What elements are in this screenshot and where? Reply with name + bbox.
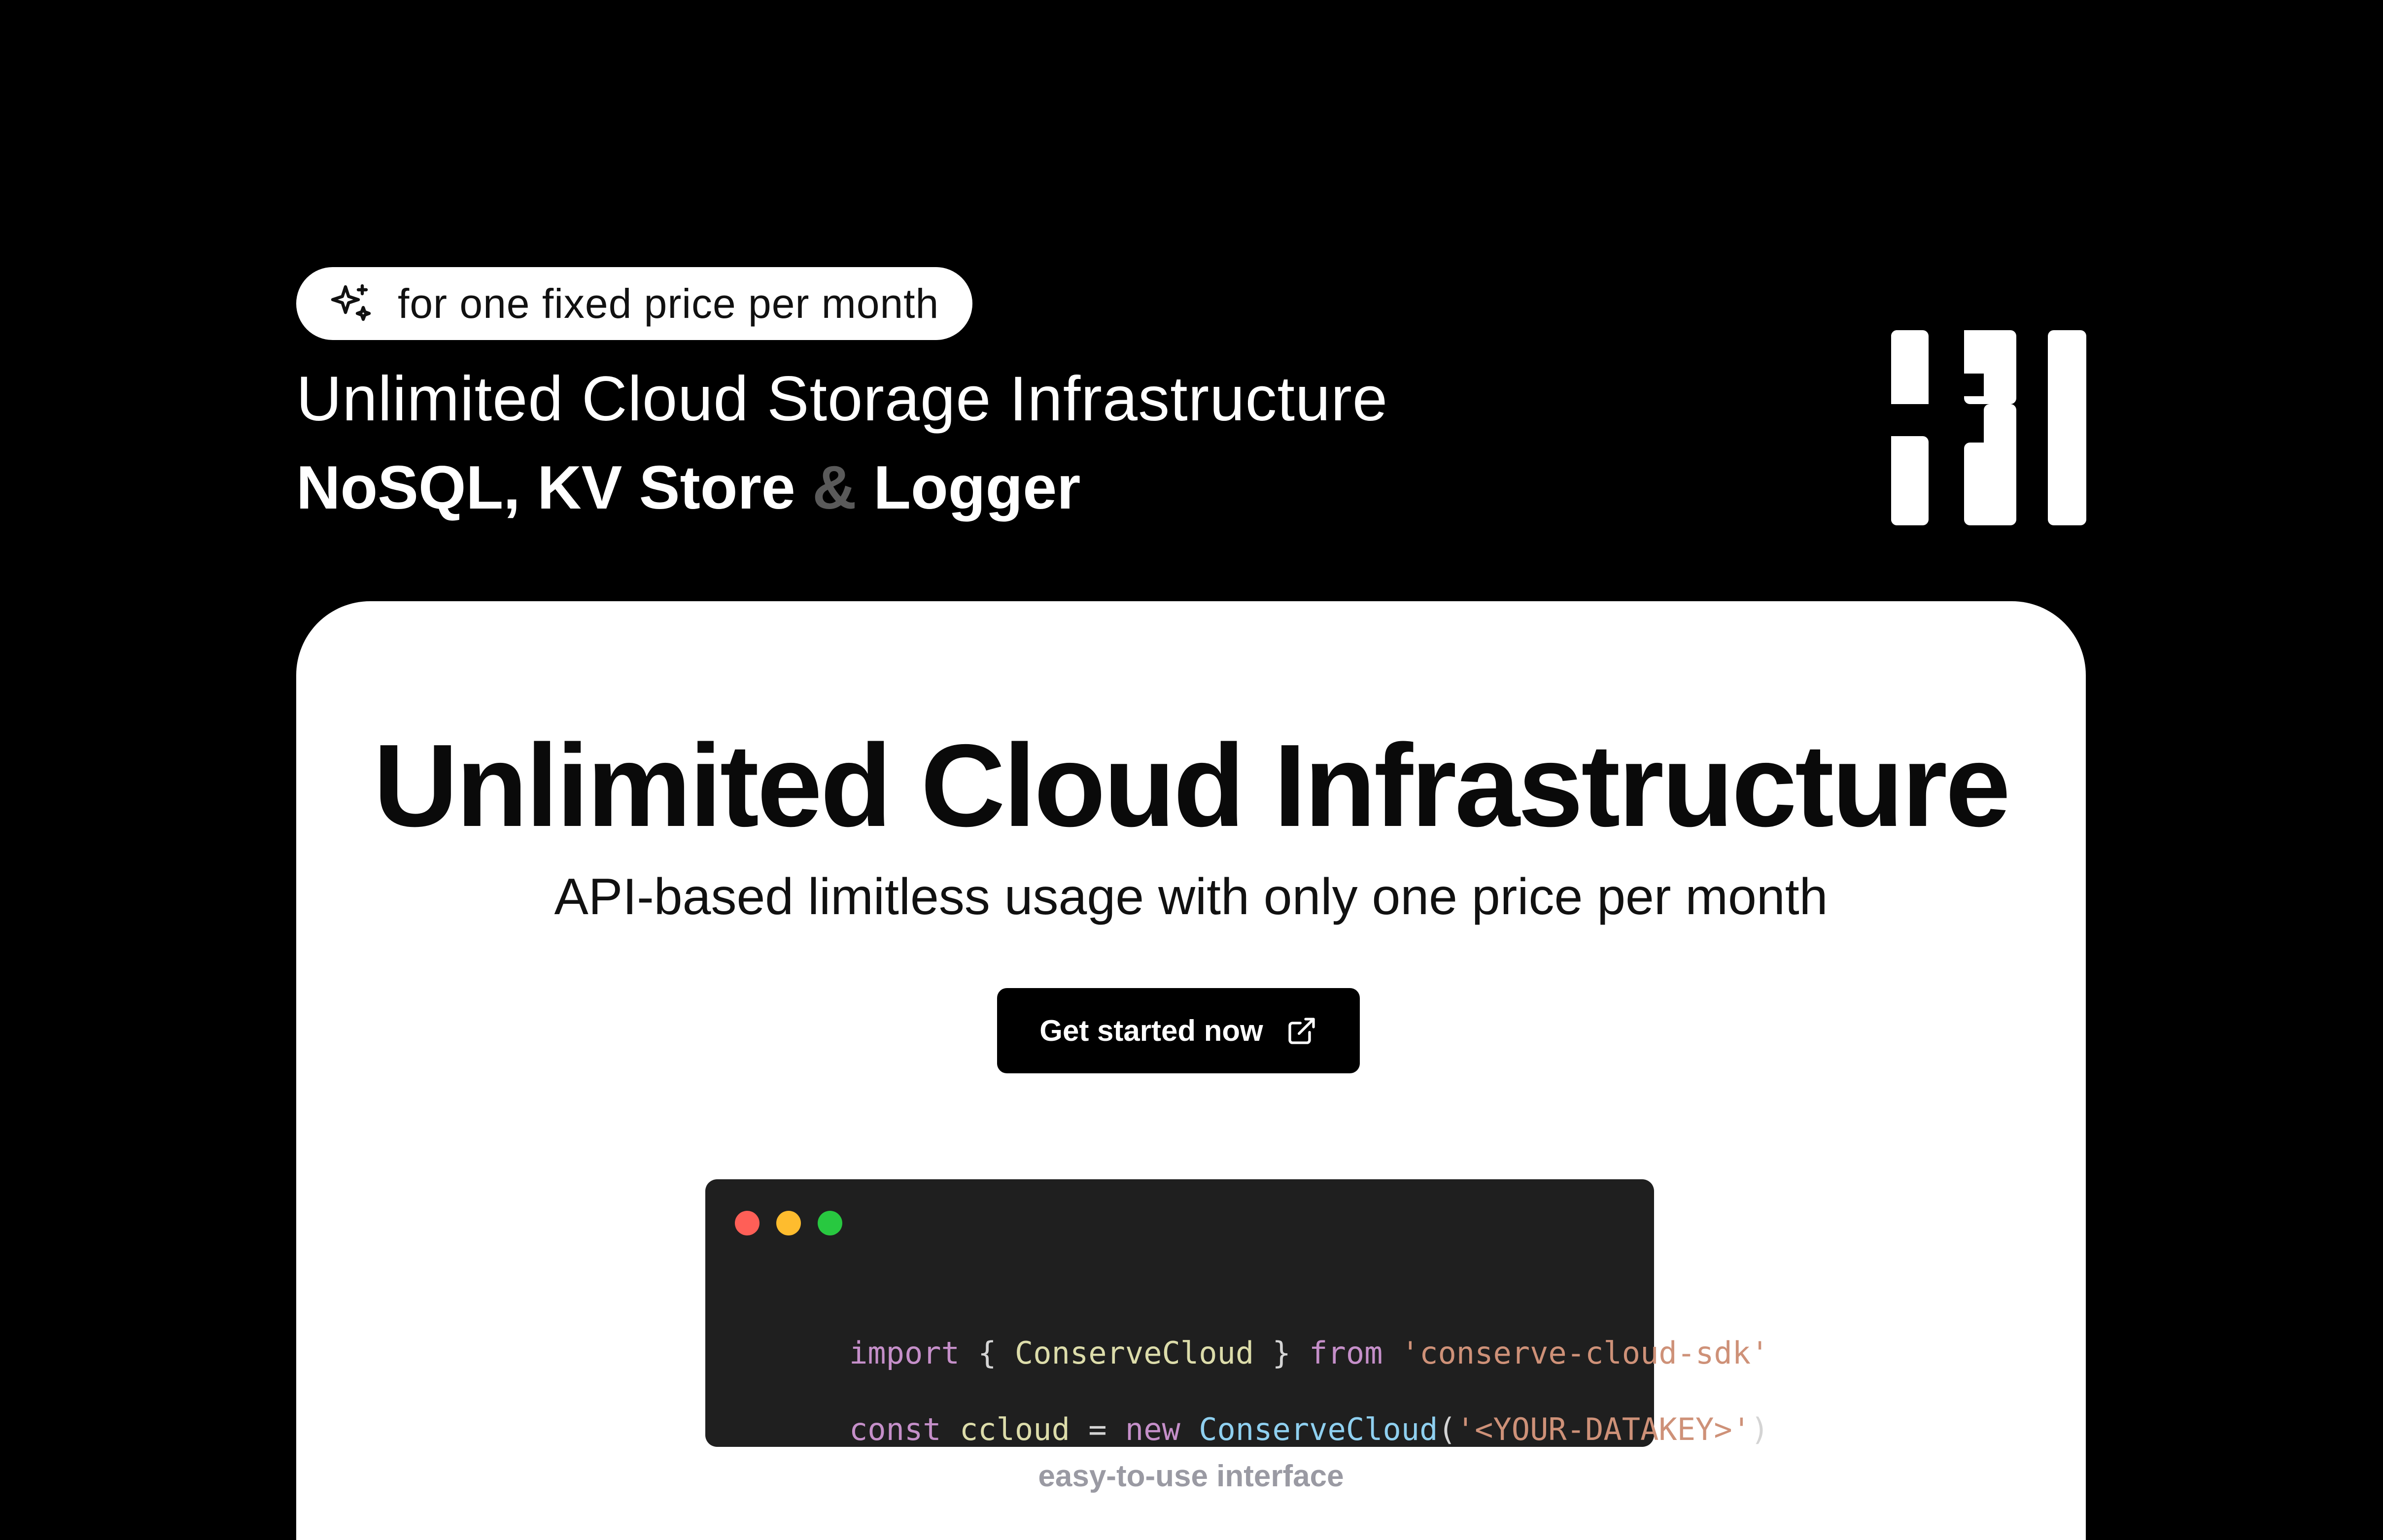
brand-logo-icon [1891,330,2086,525]
products-line: NoSQL, KV Store & Logger [296,448,1080,527]
pricing-badge: for one fixed price per month [296,267,972,340]
code-token: = [1070,1411,1125,1447]
code-token: import [849,1335,960,1371]
code-token: new [1125,1411,1180,1447]
sparkles-icon [331,284,371,321]
code-token: const [849,1411,941,1447]
close-dot [735,1211,760,1235]
products-part2: Logger [856,454,1081,522]
window-controls [735,1211,859,1235]
external-link-icon [1288,1017,1315,1044]
products-ampersand: & [812,454,857,522]
code-token: 'conserve-cloud-sdk' [1382,1335,1769,1371]
code-window: import { ConserveCloud } from 'conserve-… [705,1179,1769,1447]
code-token: '<YOUR-DATAKEY>' [1456,1411,1751,1447]
code-token: ( [1438,1411,1456,1447]
code-token: ccloud [959,1411,1070,1447]
get-started-button[interactable]: Get started now [997,988,1360,1073]
code-token: ConserveCloud [1199,1411,1438,1447]
card-title: Unlimited Cloud Infrastructure [373,720,2011,851]
page-headline: Unlimited Cloud Storage Infrastructure [296,364,1388,434]
code-caption: easy-to-use interface [1038,1459,1344,1493]
products-part1: NoSQL, KV Store [296,454,813,522]
code-token: } [1254,1335,1310,1371]
code-token: ) [1751,1411,1769,1447]
card-subtitle: API-based limitless usage with only one … [554,868,1828,925]
hero-card: Unlimited Cloud Infrastructure API-based… [296,601,2086,1540]
minimize-dot [776,1211,801,1235]
code-token: from [1309,1335,1383,1371]
maximize-dot [818,1211,842,1235]
code-token: ConserveCloud [1014,1335,1254,1371]
get-started-label: Get started now [1039,1014,1263,1047]
code-token: { [959,1335,1015,1371]
badge-text: for one fixed price per month [398,280,939,327]
